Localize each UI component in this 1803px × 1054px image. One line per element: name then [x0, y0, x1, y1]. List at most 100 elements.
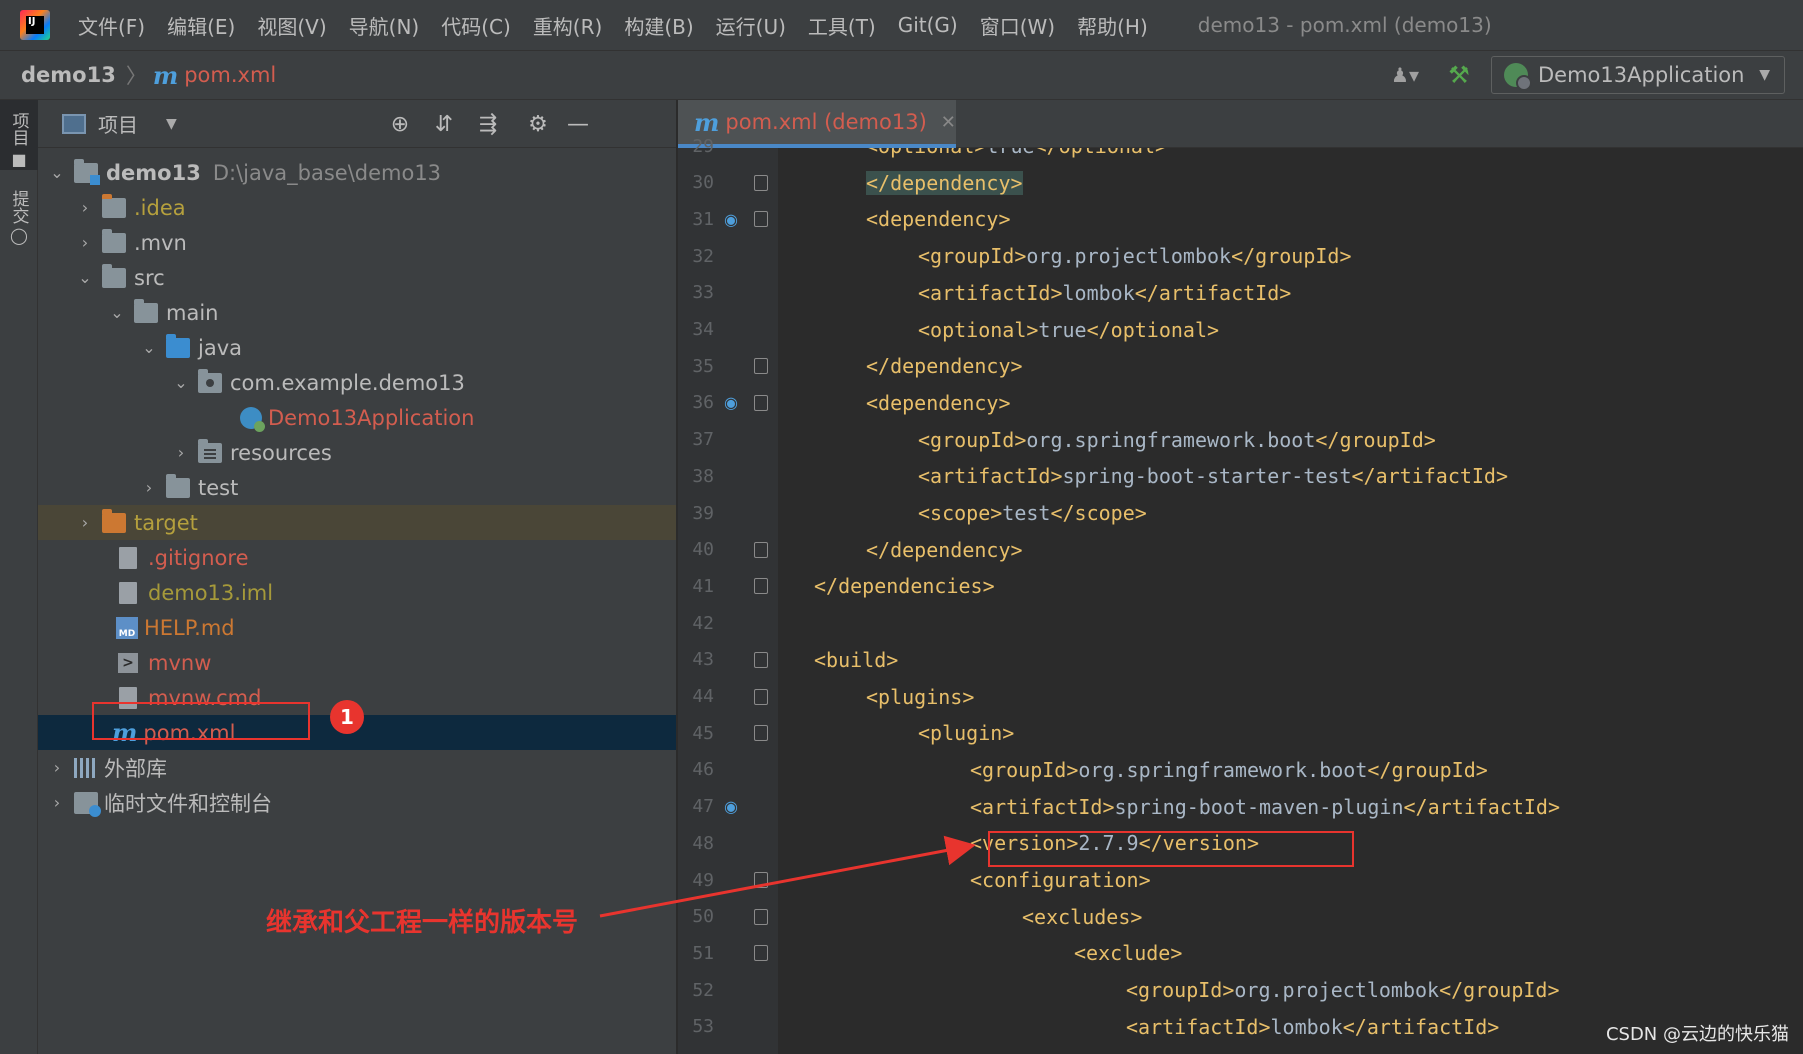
- code-line[interactable]: <artifactId> lombok </artifactId>: [918, 275, 1291, 311]
- line-number: 35: [692, 355, 714, 377]
- code-line[interactable]: <artifactId> spring-boot-maven-plugin </ar…: [970, 789, 1560, 825]
- chevron-down-icon[interactable]: ⌄: [46, 163, 68, 182]
- menu-tools[interactable]: 工具(T): [808, 11, 876, 40]
- tree-node-demo13application[interactable]: Demo13Application: [38, 400, 676, 435]
- code-line[interactable]: <optional>true</optional>: [918, 312, 1219, 348]
- code-line[interactable]: <dependency>: [866, 201, 1011, 237]
- tree-node-java[interactable]: ⌄ java: [38, 330, 676, 365]
- build-hammer-icon[interactable]: ⚒: [1437, 57, 1481, 93]
- menu-run[interactable]: 运行(U): [716, 11, 786, 40]
- close-icon[interactable]: ✕: [941, 112, 956, 133]
- xml-open-tag: <groupId>: [970, 757, 1079, 782]
- chevron-right-icon[interactable]: ›: [138, 478, 160, 497]
- fold-close-icon[interactable]: [754, 174, 768, 191]
- menu-window[interactable]: 窗口(W): [980, 11, 1055, 40]
- tree-node-iml[interactable]: demo13.iml: [38, 575, 676, 610]
- tree-node-idea[interactable]: › .idea: [38, 190, 676, 225]
- chevron-down-icon[interactable]: ⌄: [170, 373, 192, 392]
- line-number: 39: [692, 502, 714, 524]
- menu-help[interactable]: 帮助(H): [1077, 11, 1148, 40]
- maven-override-icon[interactable]: ◉: [722, 797, 740, 816]
- tree-node-test[interactable]: › test: [38, 470, 676, 505]
- fold-open-icon[interactable]: [754, 872, 768, 888]
- code-line[interactable]: <dependency>: [866, 385, 1011, 421]
- code-line[interactable]: <artifactId> spring-boot-starter-test </ar…: [918, 458, 1508, 494]
- tree-node-demo13[interactable]: ⌄ demo13 D:\java_base\demo13: [38, 155, 676, 190]
- chevron-right-icon[interactable]: ›: [170, 443, 192, 462]
- fold-open-icon[interactable]: [754, 908, 768, 925]
- tree-node-target[interactable]: › target: [38, 505, 676, 540]
- code-line[interactable]: <build>: [814, 642, 898, 678]
- chevron-right-icon[interactable]: ›: [74, 513, 96, 532]
- fold-open-icon[interactable]: [754, 211, 768, 228]
- fold-close-icon[interactable]: [754, 541, 768, 558]
- fold-open-icon[interactable]: [754, 651, 768, 668]
- chevron-right-icon[interactable]: ›: [46, 758, 68, 777]
- chevron-down-icon[interactable]: ▼: [166, 116, 177, 132]
- chevron-right-icon[interactable]: ›: [74, 198, 96, 217]
- fold-open-icon[interactable]: [754, 688, 768, 705]
- chevron-down-icon[interactable]: ⌄: [138, 338, 160, 357]
- locate-file-icon[interactable]: ⊕: [380, 100, 420, 148]
- intellij-logo-icon[interactable]: IJ: [20, 10, 50, 40]
- code-line[interactable]: <excludes>: [1022, 899, 1142, 935]
- tree-node-main[interactable]: ⌄ main: [38, 295, 676, 330]
- account-icon[interactable]: ♟▾: [1381, 57, 1429, 93]
- code-line[interactable]: <groupId> org.projectlombok </groupId>: [1126, 972, 1560, 1008]
- maven-override-icon[interactable]: ◉: [722, 210, 740, 229]
- tree-node-package[interactable]: ⌄ com.example.demo13: [38, 365, 676, 400]
- code-line[interactable]: </dependencies>: [814, 568, 995, 604]
- fold-open-icon[interactable]: [754, 394, 768, 411]
- gear-icon[interactable]: ⚙: [518, 100, 558, 148]
- menu-git[interactable]: Git(G): [898, 13, 958, 37]
- menu-refactor[interactable]: 重构(R): [533, 11, 603, 40]
- expand-all-icon[interactable]: ⇵: [424, 100, 464, 148]
- code-line[interactable]: <artifactId> lombok </artifactId>: [1126, 1009, 1499, 1045]
- tree-node-gitignore[interactable]: .gitignore: [38, 540, 676, 575]
- tree-node-scratches[interactable]: › 临时文件和控制台: [38, 785, 676, 820]
- collapse-all-icon[interactable]: ⇶: [468, 100, 508, 148]
- code-line[interactable]: <plugin>: [918, 715, 1014, 751]
- tree-node-help-md[interactable]: MD HELP.md: [38, 610, 676, 645]
- maven-override-icon[interactable]: ◉: [722, 393, 740, 412]
- fold-close-icon[interactable]: [754, 578, 768, 595]
- tab-pom-xml[interactable]: m pom.xml (demo13) ✕: [678, 100, 956, 148]
- tree-node-resources[interactable]: › resources: [38, 435, 676, 470]
- breadcrumb-project[interactable]: demo13: [21, 63, 116, 87]
- code-line[interactable]: </dependency>: [866, 532, 1023, 568]
- chevron-right-icon[interactable]: ›: [46, 793, 68, 812]
- menu-build[interactable]: 构建(B): [624, 11, 693, 40]
- code-line[interactable]: <configuration>: [970, 862, 1151, 898]
- tree-node-external-libraries[interactable]: › 外部库: [38, 750, 676, 785]
- commit-tool-window-button[interactable]: 提交 ◯: [0, 182, 38, 252]
- breadcrumb-file[interactable]: pom.xml: [184, 63, 276, 87]
- chevron-down-icon[interactable]: ⌄: [106, 303, 128, 322]
- tree-node-mvn[interactable]: › .mvn: [38, 225, 676, 260]
- code-line[interactable]: <groupId> org.projectlombok </groupId>: [918, 238, 1352, 274]
- project-tool-window-button[interactable]: 项目 ■: [0, 100, 38, 170]
- chevron-right-icon[interactable]: ›: [74, 233, 96, 252]
- code-line[interactable]: <scope> test </scope>: [918, 495, 1147, 531]
- menu-view[interactable]: 视图(V): [257, 11, 326, 40]
- fold-open-icon[interactable]: [754, 725, 768, 742]
- code-line[interactable]: <groupId> org.springframework.boot </group…: [970, 752, 1488, 788]
- code-line[interactable]: <exclude>: [1074, 935, 1182, 971]
- fold-open-icon[interactable]: [754, 945, 768, 962]
- chevron-down-icon[interactable]: ⌄: [74, 268, 96, 287]
- code-line[interactable]: <optional>true</optional>: [866, 148, 1167, 164]
- menu-file[interactable]: 文件(F): [78, 11, 145, 40]
- menu-code[interactable]: 代码(C): [441, 11, 511, 40]
- code-area[interactable]: <optional>true</optional></dependency><d…: [778, 148, 1803, 1054]
- hide-panel-icon[interactable]: —: [558, 100, 598, 148]
- code-line[interactable]: <groupId> org.springframework.boot </group…: [918, 422, 1436, 458]
- fold-close-icon[interactable]: [754, 358, 768, 375]
- tree-node-mvnw[interactable]: > mvnw: [38, 645, 676, 680]
- menu-edit[interactable]: 编辑(E): [167, 11, 235, 40]
- tree-node-src[interactable]: ⌄ src: [38, 260, 676, 295]
- project-panel-title[interactable]: 项目: [98, 109, 138, 138]
- code-line[interactable]: </dependency>: [866, 348, 1023, 384]
- code-line[interactable]: </dependency>: [866, 165, 1023, 201]
- code-line[interactable]: <plugins>: [866, 679, 974, 715]
- menu-navigate[interactable]: 导航(N): [349, 11, 420, 40]
- run-configuration-select[interactable]: Demo13Application ▼: [1491, 56, 1785, 94]
